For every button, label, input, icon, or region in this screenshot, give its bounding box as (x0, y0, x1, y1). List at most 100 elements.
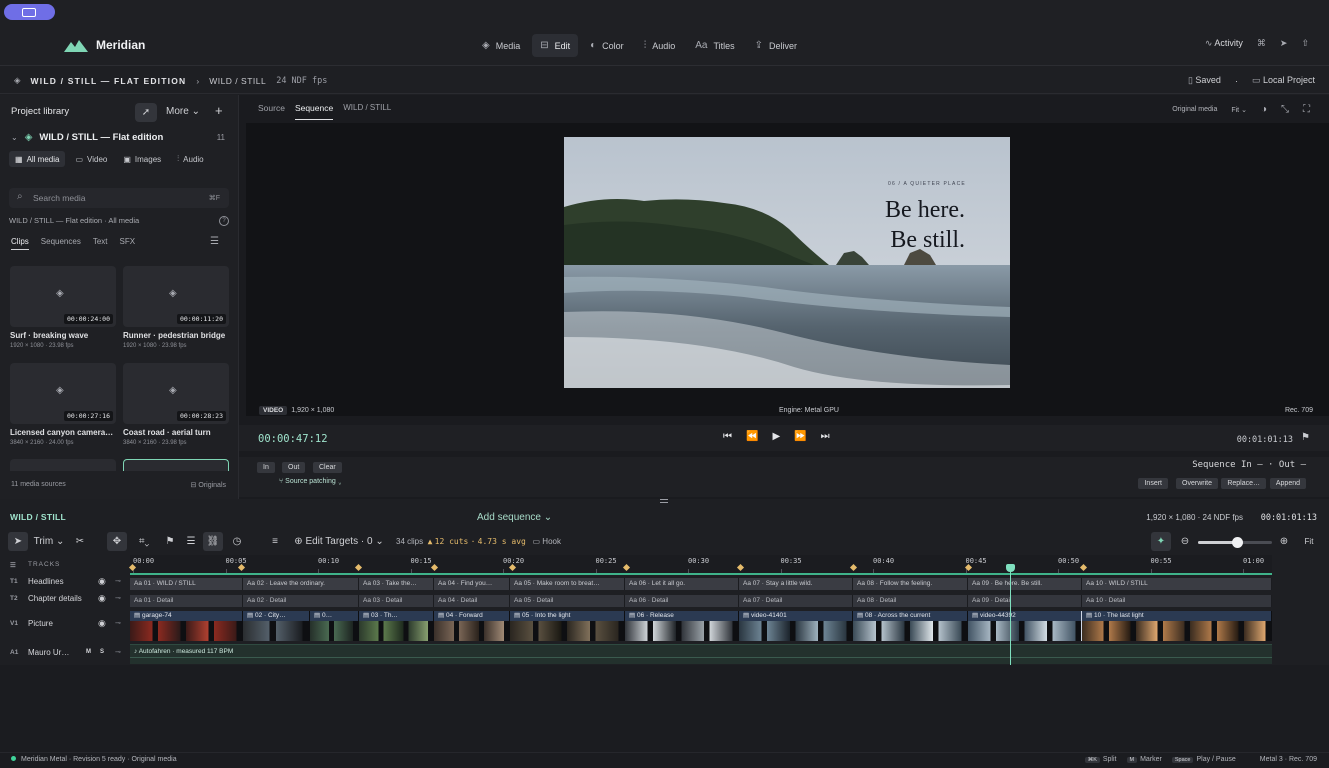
nav-edit[interactable]: ⊟ Edit (532, 34, 579, 57)
nav-deliver[interactable]: ⇪ Deliver (747, 34, 805, 57)
detail-clip[interactable]: Aa 06 · Detail (625, 595, 739, 607)
media-card[interactable]: ◈ 00:00:27:16 Licensed canyon camera… 384… (10, 363, 116, 446)
mark-out-button[interactable]: Out (282, 462, 306, 473)
window-badge-icon[interactable] (4, 4, 55, 20)
headline-clip[interactable]: Aa 05 · Make room to breat… (510, 578, 625, 590)
list-view-icon[interactable]: ☰ (210, 236, 219, 247)
tab-wild-still[interactable]: WILD / STILL (343, 103, 391, 120)
help-icon[interactable]: ? (219, 216, 229, 226)
clock-icon[interactable]: ◷ (227, 532, 247, 551)
media-card[interactable]: ◈ 00:00:24:00 Surf · breaking wave 1920 ×… (10, 266, 116, 349)
picture-clip[interactable]: ▤ 0… (310, 611, 359, 641)
picture-clip[interactable]: ▤ video-41401 (739, 611, 853, 641)
track-header-a1[interactable]: A1 Mauro Ur… M S ⊸ (0, 646, 130, 660)
headline-clip[interactable]: Aa 08 · Follow the feeling. (853, 578, 968, 590)
replace-button[interactable]: Replace… (1221, 478, 1266, 489)
nav-titles[interactable]: Aa Titles (687, 34, 742, 57)
tab-text[interactable]: Text (93, 237, 108, 250)
select-tool-button[interactable]: ➚ (135, 103, 157, 122)
zoom-select[interactable]: Fit ⌄ (1231, 106, 1247, 114)
track-header-t1[interactable]: T1 Headlines ◉ ⊸ (0, 575, 130, 589)
chapter-marker[interactable] (1079, 563, 1088, 572)
more-menu-button[interactable]: More ⌄ (166, 106, 200, 117)
track-header-t2[interactable]: T2 Chapter details ◉ ⊸ (0, 592, 130, 606)
quality-select[interactable]: Original media (1172, 106, 1217, 113)
tab-all-media[interactable]: ▦ All media (9, 151, 66, 167)
headline-clip[interactable]: Aa 02 · Leave the ordinary. (243, 578, 359, 590)
zoom-slider[interactable] (1198, 537, 1272, 548)
nav-media[interactable]: ◈ Media (474, 34, 528, 57)
move-tool-icon[interactable]: ✥ (107, 532, 127, 551)
tab-sequences[interactable]: Sequences (41, 237, 81, 250)
media-card[interactable]: ◈ 00:00:11:20 Runner · pedestrian bridge … (123, 266, 229, 349)
detail-clip[interactable]: Aa 01 · Detail (130, 595, 243, 607)
cursor-icon[interactable]: ➤ (1280, 38, 1288, 49)
fit-button[interactable]: Fit (1298, 532, 1320, 551)
picture-clip[interactable]: ▤ 04 · Forward (434, 611, 510, 641)
detail-clip[interactable]: Aa 03 · Detail (359, 595, 434, 607)
detail-clip[interactable]: Aa 05 · Detail (510, 595, 625, 607)
lock-icon[interactable]: ⊸ (115, 619, 121, 627)
audio-clip[interactable]: ♪ Autofahren · measured 117 BPM (130, 644, 1272, 664)
zoom-out-icon[interactable]: ⊖ (1176, 532, 1194, 551)
headline-clip[interactable]: Aa 10 · WILD / STILL (1082, 578, 1272, 590)
chapter-marker[interactable] (430, 563, 439, 572)
source-patching-menu[interactable]: ⑂ Source patching ⌄ (279, 478, 342, 485)
headline-clip[interactable]: Aa 09 · Be here. Be still. (968, 578, 1082, 590)
snapping-icon[interactable]: ✦ (1151, 532, 1171, 551)
detail-clip[interactable]: Aa 07 · Detail (739, 595, 853, 607)
tab-images[interactable]: ▣ Images (117, 151, 167, 167)
zoom-in-icon[interactable]: ⊕ (1275, 532, 1293, 551)
mute-button[interactable]: M (86, 649, 91, 655)
chapter-marker[interactable] (622, 563, 631, 572)
append-button[interactable]: Append (1269, 478, 1306, 489)
select-tool-icon[interactable]: ➤ (8, 532, 28, 551)
headline-clip[interactable]: Aa 01 · WILD / STILL (130, 578, 243, 590)
chapter-marker[interactable] (736, 563, 745, 572)
eye-icon[interactable]: ◉ (98, 593, 106, 604)
playhead-handle[interactable] (1006, 564, 1015, 572)
bookmark-icon[interactable]: ⚑ (1301, 432, 1310, 443)
eye-icon[interactable]: ◉ (98, 576, 106, 587)
headline-clip[interactable]: Aa 07 · Stay a little wild. (739, 578, 853, 590)
lock-icon[interactable]: ⊸ (115, 594, 121, 602)
fullscreen-icon[interactable]: ⛶ (1303, 104, 1310, 115)
picture-clip[interactable]: ▤ 05 · Into the light (510, 611, 625, 641)
detail-clip[interactable]: Aa 04 · Detail (434, 595, 510, 607)
share-icon[interactable]: ⇧ (1301, 38, 1309, 49)
picture-clip[interactable]: ▤ garage-74 (130, 611, 243, 641)
lock-icon[interactable]: ⊸ (115, 577, 121, 585)
search-box[interactable]: ⌕ Search media ⌘F (9, 188, 229, 208)
tab-clips[interactable]: Clips (11, 237, 29, 250)
marker-icon[interactable]: ⚑ (160, 532, 180, 551)
detail-clip[interactable]: Aa 02 · Detail (243, 595, 359, 607)
tab-video[interactable]: ▭ Video (69, 151, 113, 167)
playhead[interactable] (1006, 564, 1015, 666)
picture-clip[interactable]: ▤ 06 · Release (625, 611, 739, 641)
media-card[interactable]: ◈ 00:00:28:23 Coast road · aerial turn 38… (123, 363, 229, 446)
insert-button[interactable]: Insert (1138, 478, 1168, 489)
nav-audio[interactable]: ⫶ Audio (636, 34, 684, 57)
step-back-icon[interactable]: ⏪ (746, 431, 758, 442)
project-row[interactable]: ⌄ ◈ WILD / STILL — Flat edition 11 (11, 130, 229, 144)
hook-button[interactable]: ▭ Hook (533, 537, 561, 546)
headline-clip[interactable]: Aa 06 · Let it all go. (625, 578, 739, 590)
razor-icon[interactable]: ✂ (70, 532, 90, 551)
program-frame[interactable]: 06 / A QUIETER PLACE Be here. Be still. (564, 137, 1010, 388)
chapter-marker[interactable] (237, 563, 246, 572)
media-card-selected-partial[interactable] (123, 459, 229, 471)
menu-icon[interactable]: ≡ (265, 532, 285, 551)
mark-in-button[interactable]: In (257, 462, 275, 473)
headline-clip[interactable]: Aa 04 · Find you… (434, 578, 510, 590)
solo-button[interactable]: S (100, 649, 104, 655)
panel-resize-handle[interactable] (0, 499, 1329, 508)
picture-clip[interactable]: ▤ 10 · The last light (1082, 611, 1272, 641)
go-to-end-icon[interactable]: ⏭ (821, 431, 830, 442)
list-icon[interactable]: ☰ (181, 532, 201, 551)
track-header-v1[interactable]: V1 Picture ◉ ⊸ (0, 617, 130, 631)
breadcrumb-sequence[interactable]: WILD / STILL (209, 76, 266, 86)
media-card-partial[interactable] (10, 459, 116, 471)
add-sequence-button[interactable]: Add sequence ⌄ (477, 512, 552, 523)
overwrite-button[interactable]: Overwrite (1176, 478, 1218, 489)
picture-clip[interactable]: ▤ 02 · City… (243, 611, 310, 641)
